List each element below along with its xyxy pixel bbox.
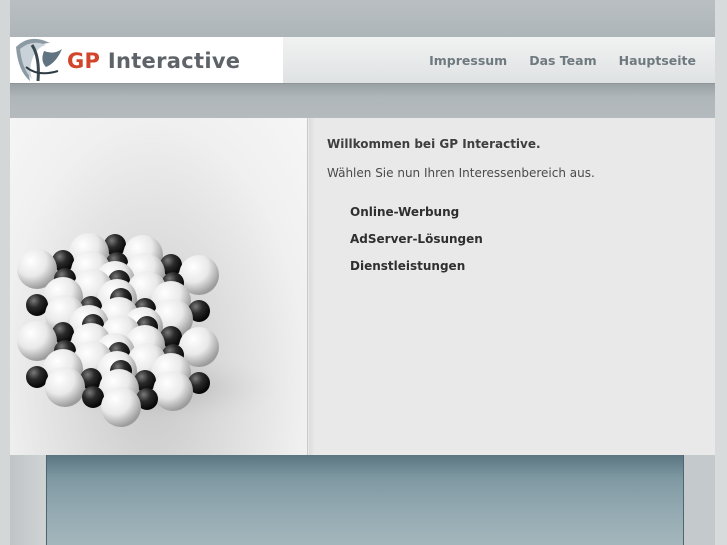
nav-link-hauptseite[interactable]: Hauptseite	[619, 53, 696, 68]
interest-links: Online-Werbung AdServer-Lösungen Dienstl…	[350, 205, 483, 286]
welcome-heading: Willkommen bei GP Interactive.	[327, 137, 541, 151]
logo-wordmark-gp: GP	[67, 49, 101, 73]
logo[interactable]: GP Interactive	[10, 37, 283, 83]
white-sphere	[153, 371, 193, 411]
black-sphere	[26, 366, 48, 388]
page-left-edge	[0, 0, 10, 545]
top-strip	[10, 0, 715, 37]
link-online-werbung[interactable]: Online-Werbung	[350, 205, 483, 232]
logo-wordmark: GP Interactive	[67, 49, 240, 73]
logo-emblem-icon	[16, 38, 62, 82]
site-header: GP Interactive Impressum Das Team Haupts…	[10, 37, 715, 84]
nav-link-impressum[interactable]: Impressum	[429, 53, 507, 68]
main-nav: Impressum Das Team Hauptseite	[429, 37, 715, 83]
white-sphere	[101, 387, 141, 427]
page-right-edge	[715, 0, 727, 545]
footer-area	[10, 455, 715, 545]
black-sphere	[26, 294, 48, 316]
main-content: Willkommen bei GP Interactive. Wählen Si…	[10, 118, 715, 455]
nav-link-das-team[interactable]: Das Team	[529, 53, 596, 68]
white-sphere	[45, 367, 85, 407]
link-dienstleistungen[interactable]: Dienstleistungen	[350, 259, 483, 286]
black-sphere	[82, 386, 104, 408]
welcome-prompt: Wählen Sie nun Ihren Interessenbereich a…	[327, 166, 595, 180]
link-adserver-loesungen[interactable]: AdServer-Lösungen	[350, 232, 483, 259]
footer-panel	[46, 455, 684, 545]
molecule-cube-image	[10, 118, 308, 455]
molecule-cube-illustration	[17, 233, 280, 427]
header-shadow-strip	[10, 84, 715, 118]
welcome-panel: Willkommen bei GP Interactive. Wählen Si…	[309, 118, 715, 455]
logo-wordmark-interactive: Interactive	[107, 49, 241, 73]
